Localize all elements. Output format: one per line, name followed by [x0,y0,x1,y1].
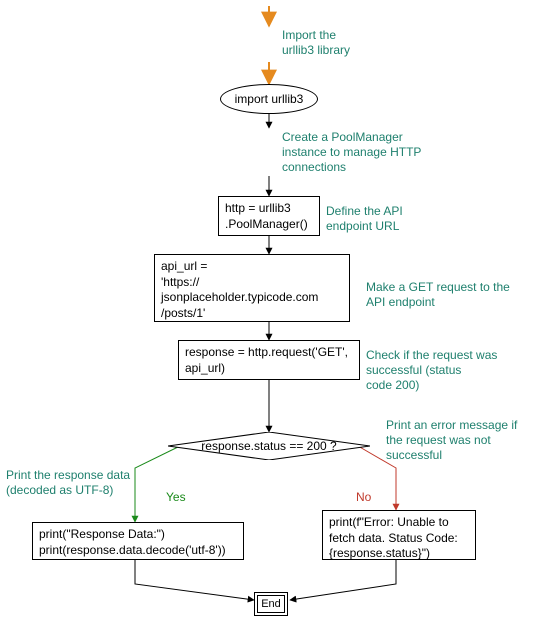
node-decision: response.status == 200 ? [168,432,370,460]
node-line: print("Response Data:") [39,527,165,541]
node-line: http = urllib3 [225,201,291,215]
node-line: print(f"Error: Unable to [329,515,449,529]
node-print-ok: print("Response Data:") print(response.d… [32,522,244,560]
annotation-print-err: Print an error message if the request wa… [386,418,534,463]
annotation-line: successful [386,448,442,462]
annotation-line: Define the API [326,204,403,218]
edge-label-yes: Yes [166,490,186,504]
node-end: End [254,592,288,616]
annotation-line: Print an error message if [386,418,517,432]
annotation-line: successful (status [366,363,461,377]
node-line: jsonplaceholder.typicode.com [161,290,318,304]
node-request: response = http.request('GET', api_url) [178,340,360,380]
annotation-line: API endpoint [366,295,435,309]
node-import: import urllib3 [220,84,318,114]
edge-label-no: No [356,490,371,504]
node-label: response.status == 200 ? [201,439,336,453]
annotation-line: endpoint URL [326,219,399,233]
annotation-line: the request was not [386,433,491,447]
annotation-line: Import the [282,28,336,42]
node-label: End [261,598,281,610]
annotation-api-url: Define the API endpoint URL [326,204,446,234]
annotation-import: Import the urllib3 library [282,28,392,58]
annotation-line: Check if the request was [366,348,497,362]
node-line: print(response.data.decode('utf-8')) [39,543,226,557]
node-line: fetch data. Status Code: [329,531,458,545]
annotation-line: urllib3 library [282,43,350,57]
annotation-line: Make a GET request to the [366,280,510,294]
annotation-poolmanager: Create a PoolManager instance to manage … [282,130,452,175]
node-line: response = http.request('GET', [185,345,348,359]
annotation-line: Create a PoolManager [282,130,403,144]
node-poolmanager: http = urllib3 .PoolManager() [218,196,320,236]
node-line: {response.status}") [329,546,430,560]
node-line: 'https:// [161,275,199,289]
node-line: /posts/1' [161,306,205,320]
annotation-decision: Check if the request was successful (sta… [366,348,534,393]
node-line: api_url) [185,361,225,375]
annotation-line: connections [282,160,346,174]
node-print-err: print(f"Error: Unable to fetch data. Sta… [322,510,476,560]
annotation-print-ok: Print the response data (decoded as UTF-… [6,468,166,498]
annotation-request: Make a GET request to the API endpoint [366,280,534,310]
annotation-line: instance to manage HTTP [282,145,421,159]
node-line: api_url = [161,259,207,273]
annotation-line: code 200) [366,378,419,392]
node-line: .PoolManager() [225,217,308,231]
annotation-line: (decoded as UTF-8) [6,483,113,497]
node-label: import urllib3 [235,92,304,106]
node-api-url: api_url = 'https:// jsonplaceholder.typi… [154,254,350,322]
annotation-line: Print the response data [6,468,130,482]
